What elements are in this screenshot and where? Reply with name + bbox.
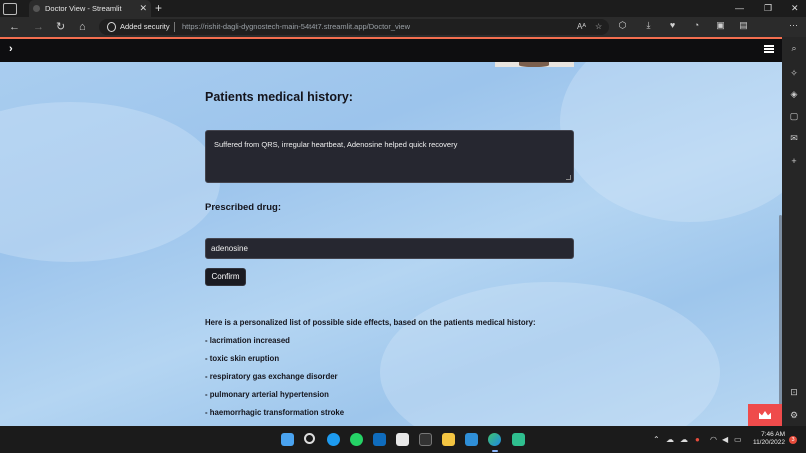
terminal-icon[interactable] [419, 433, 432, 446]
side-effects-intro: Here is a personalized list of possible … [205, 318, 536, 327]
edge-browser-icon[interactable] [488, 433, 501, 446]
side-effect-item: - lacrimation increased [205, 336, 290, 345]
wifi-icon[interactable]: ◠ [710, 426, 717, 453]
prescribed-drug-label: Prescribed drug: [205, 202, 282, 213]
windows-taskbar: ⌃ ☁ ☁ ● ◠ ◀ ▭ 7:46 AM 11/20/2022 3 [0, 426, 806, 453]
file-explorer-icon[interactable] [442, 433, 455, 446]
main-content: Patients medical history: Suffered from … [0, 62, 782, 426]
side-effect-item: - toxic skin eruption [205, 354, 280, 363]
extensions-icon[interactable]: ⬡ [617, 20, 628, 31]
onedrive-icon[interactable]: ☁ [666, 426, 674, 453]
hamburger-menu-icon[interactable] [764, 45, 774, 53]
browser-tab[interactable]: Doctor View - Streamlit ✕ [29, 0, 151, 17]
tab-actions-icon[interactable] [3, 3, 17, 15]
microphone-icon[interactable]: ● [695, 426, 700, 453]
tab-sync-icon[interactable]: ▤ [738, 20, 749, 31]
discover-icon[interactable]: ✧ [788, 67, 800, 79]
outlook-icon[interactable] [373, 433, 386, 446]
streamlit-favicon-icon [33, 5, 40, 12]
medical-history-heading: Patients medical history: [205, 90, 353, 104]
maximize-icon[interactable]: ❐ [764, 0, 772, 17]
collections-icon[interactable]: ▣ [715, 20, 726, 31]
sidebar-expand-chevron-icon[interactable]: › [9, 43, 13, 55]
weather-icon[interactable]: ☁ [680, 426, 688, 453]
settings-gear-icon[interactable]: ⚙ [788, 409, 800, 421]
patient-image [495, 62, 574, 67]
medical-history-textarea[interactable]: Suffered from QRS, irregular heartbeat, … [205, 130, 574, 183]
address-bar[interactable]: Added security https://rishit-dagli-dygn… [99, 19, 609, 35]
tab-close-icon[interactable]: ✕ [139, 0, 147, 17]
streamlit-header: › [0, 37, 782, 62]
streamlit-deploy-button[interactable] [748, 404, 782, 426]
url-text[interactable]: https://rishit-dagli-dygnostech-main-54t… [182, 19, 410, 35]
refresh-icon[interactable]: ↻ [56, 17, 65, 37]
office-icon[interactable]: ▢ [788, 110, 800, 122]
back-icon[interactable]: ← [9, 17, 20, 37]
background-wave [380, 282, 720, 426]
forward-icon[interactable]: → [33, 17, 44, 37]
tray-chevron-icon[interactable]: ⌃ [653, 426, 660, 453]
battery-icon[interactable]: ▭ [734, 426, 742, 453]
side-effect-item: - respiratory gas exchange disorder [205, 372, 338, 381]
medical-history-value: Suffered from QRS, irregular heartbeat, … [214, 140, 458, 149]
side-effect-item: - pulmonary arterial hypertension [205, 390, 329, 399]
browser-title-bar: Doctor View - Streamlit ✕ + — ❐ ✕ [0, 0, 806, 17]
close-window-icon[interactable]: ✕ [791, 0, 799, 17]
favorite-star-icon[interactable]: ☆ [595, 19, 602, 35]
whatsapp-icon[interactable] [350, 433, 363, 446]
clock-time: 7:46 AM [761, 431, 785, 438]
minimize-icon[interactable]: — [735, 0, 744, 17]
confirm-button[interactable]: Confirm [205, 268, 246, 286]
active-app-indicator [492, 450, 498, 452]
divider [174, 22, 175, 32]
health-icon[interactable]: ♥ [667, 20, 678, 31]
windows-start-icon[interactable] [281, 433, 294, 446]
outlook-icon[interactable]: ✉ [788, 132, 800, 144]
downloads-icon[interactable]: ⤓ [643, 20, 654, 31]
clock-date: 11/20/2022 [752, 439, 785, 446]
app-icon[interactable] [512, 433, 525, 446]
tab-title: Doctor View - Streamlit [45, 4, 122, 13]
side-effect-item: - haemorrhagic transformation stroke [205, 408, 345, 417]
security-shield-icon[interactable] [107, 22, 116, 32]
twitter-icon[interactable] [327, 433, 340, 446]
more-options-icon[interactable]: ⋯ [788, 20, 799, 31]
shopping-tag-icon[interactable]: ◈ [788, 88, 800, 100]
home-icon[interactable]: ⌂ [79, 17, 86, 37]
performance-icon[interactable]: ◔ [691, 20, 702, 31]
split-screen-icon[interactable]: ⊡ [788, 386, 800, 398]
system-clock[interactable]: 7:46 AM 11/20/2022 [749, 431, 785, 447]
volume-icon[interactable]: ◀ [722, 426, 728, 453]
crown-icon [759, 411, 771, 419]
new-tab-button[interactable]: + [155, 0, 162, 17]
background-wave [0, 102, 220, 262]
add-sidebar-app-icon[interactable]: + [788, 155, 800, 167]
browser-toolbar: ← → ↻ ⌂ Added security https://rishit-da… [0, 17, 806, 50]
edge-sidebar: ⌕ ✧ ◈ ▢ ✉ + ⊡ ⚙ [782, 37, 806, 426]
search-icon[interactable]: ⌕ [788, 42, 800, 54]
notification-badge[interactable]: 3 [789, 436, 797, 444]
security-label[interactable]: Added security [120, 19, 170, 35]
background-wave [560, 62, 782, 222]
resize-handle-icon[interactable] [566, 175, 571, 180]
read-aloud-icon[interactable]: Aᴬ [577, 19, 586, 35]
search-icon[interactable] [304, 433, 315, 444]
vscode-icon[interactable] [465, 433, 478, 446]
prescribed-drug-input[interactable]: adenosine [205, 238, 574, 259]
calendar-icon[interactable] [396, 433, 409, 446]
